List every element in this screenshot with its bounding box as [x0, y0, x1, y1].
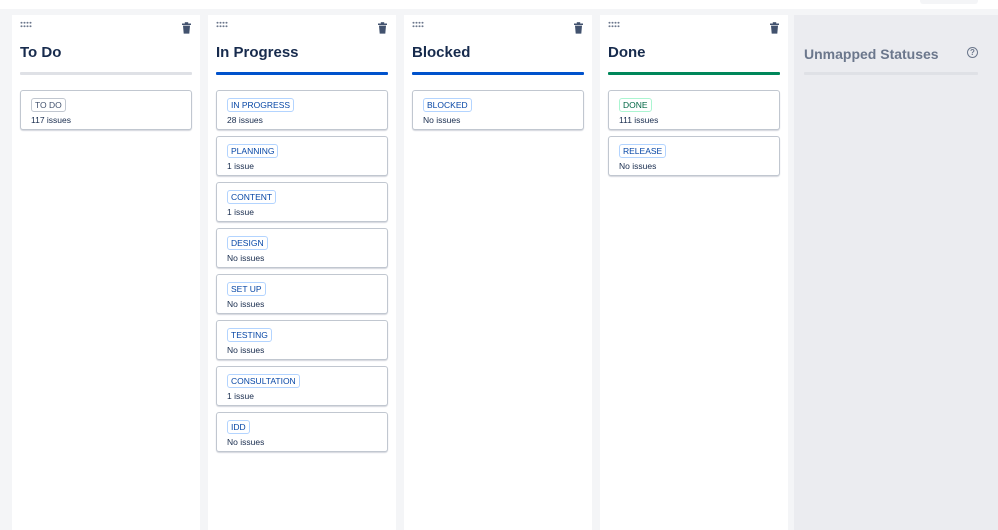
issue-count: No issues [227, 253, 265, 263]
unmapped-statuses-title: Unmapped Statuses [804, 46, 939, 62]
top-bar [0, 0, 998, 9]
column-header: To Do [12, 15, 200, 85]
drag-handle-icon[interactable] [412, 21, 424, 28]
column-header: Blocked [404, 15, 592, 85]
status-card[interactable]: SET UP No issues [216, 274, 388, 314]
column-title: In Progress [216, 44, 299, 61]
status-card[interactable]: CONSULTATION 1 issue [216, 366, 388, 406]
status-card-list: DONE 111 issues RELEASE No issues [608, 90, 780, 182]
status-card-list: IN PROGRESS 28 issues PLANNING 1 issue C… [216, 90, 388, 458]
column-title: Done [608, 44, 646, 61]
status-lozenge: BLOCKED [423, 98, 472, 112]
status-card[interactable]: PLANNING 1 issue [216, 136, 388, 176]
status-card[interactable]: TO DO 117 issues [20, 90, 192, 130]
column-blocked[interactable]: Blocked BLOCKED No issues [404, 15, 592, 530]
status-lozenge: SET UP [227, 282, 266, 296]
issue-count: No issues [227, 437, 265, 447]
status-lozenge: CONTENT [227, 190, 277, 204]
trash-icon[interactable] [573, 22, 584, 34]
status-lozenge: DESIGN [227, 236, 268, 250]
drag-handle-icon[interactable] [20, 21, 32, 28]
issue-count: 1 issue [227, 161, 254, 171]
trash-icon[interactable] [769, 22, 780, 34]
column-title: To Do [20, 44, 62, 61]
status-card[interactable]: IDD No issues [216, 412, 388, 452]
column-header: In Progress [208, 15, 396, 85]
status-lozenge: RELEASE [619, 144, 667, 158]
status-card[interactable]: DESIGN No issues [216, 228, 388, 268]
unmapped-statuses-panel: Unmapped Statuses ? [794, 15, 998, 530]
issue-count: 117 issues [31, 115, 72, 125]
issue-count: No issues [227, 299, 265, 309]
issue-count: No issues [619, 161, 657, 171]
status-card[interactable]: BLOCKED No issues [412, 90, 584, 130]
column-header: Done [600, 15, 788, 85]
status-card[interactable]: IN PROGRESS 28 issues [216, 90, 388, 130]
issue-count: 1 issue [227, 207, 254, 217]
issue-count: 111 issues [619, 115, 659, 125]
issue-count: 1 issue [227, 391, 254, 401]
drag-handle-icon[interactable] [216, 21, 228, 28]
column-status-bar [608, 72, 780, 75]
status-card[interactable]: CONTENT 1 issue [216, 182, 388, 222]
drag-handle-icon[interactable] [608, 21, 620, 28]
status-lozenge: DONE [619, 98, 652, 112]
status-lozenge: TO DO [31, 98, 66, 112]
column-to-do[interactable]: To Do TO DO 117 issues [12, 15, 200, 530]
column-status-bar [412, 72, 584, 75]
trash-icon[interactable] [377, 22, 388, 34]
issue-count: 28 issues [227, 115, 263, 125]
status-card[interactable]: RELEASE No issues [608, 136, 780, 176]
status-lozenge: CONSULTATION [227, 374, 300, 388]
column-status-bar [216, 72, 388, 75]
unmapped-statuses-bar [804, 72, 978, 75]
status-card[interactable]: DONE 111 issues [608, 90, 780, 130]
issue-count: No issues [227, 345, 265, 355]
issue-count: No issues [423, 115, 461, 125]
board-columns-area: To Do TO DO 117 issues In Progress IN PR… [0, 9, 998, 530]
help-icon[interactable]: ? [967, 47, 978, 58]
column-in-progress[interactable]: In Progress IN PROGRESS 28 issues PLANNI… [208, 15, 396, 530]
column-status-bar [20, 72, 192, 75]
status-card-list: BLOCKED No issues [412, 90, 584, 136]
trash-icon[interactable] [181, 22, 192, 34]
column-done[interactable]: Done DONE 111 issues RELEASE No issues [600, 15, 788, 530]
column-title: Blocked [412, 44, 471, 61]
status-lozenge: IDD [227, 420, 250, 434]
status-card-list: TO DO 117 issues [20, 90, 192, 136]
status-lozenge: PLANNING [227, 144, 279, 158]
status-lozenge: TESTING [227, 328, 272, 342]
status-card[interactable]: TESTING No issues [216, 320, 388, 360]
status-lozenge: IN PROGRESS [227, 98, 295, 112]
top-bar-button[interactable] [920, 0, 978, 4]
